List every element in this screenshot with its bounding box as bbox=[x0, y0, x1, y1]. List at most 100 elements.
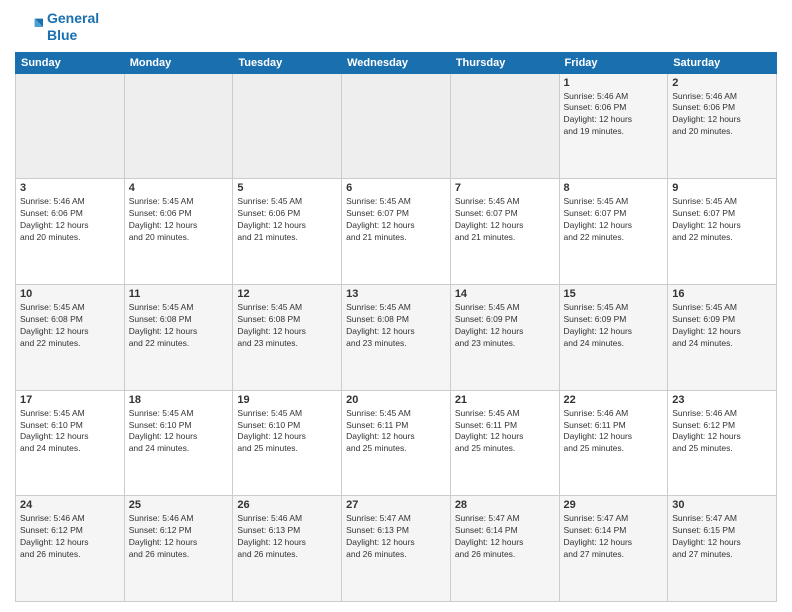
calendar-cell bbox=[124, 73, 233, 179]
day-info: Sunrise: 5:45 AM Sunset: 6:08 PM Dayligh… bbox=[20, 302, 120, 350]
weekday-header: Wednesday bbox=[342, 52, 451, 73]
logo-icon bbox=[15, 13, 43, 41]
day-number: 4 bbox=[129, 182, 229, 194]
day-number: 9 bbox=[672, 182, 772, 194]
day-info: Sunrise: 5:45 AM Sunset: 6:07 PM Dayligh… bbox=[455, 196, 555, 244]
day-number: 24 bbox=[20, 499, 120, 511]
calendar-cell: 23 Sunrise: 5:46 AM Sunset: 6:12 PM Dayli… bbox=[668, 390, 777, 496]
calendar-cell: 29Sunrise: 5:47 AM Sunset: 6:14 PM Dayli… bbox=[559, 496, 668, 602]
day-info: Sunrise: 5:45 AM Sunset: 6:09 PM Dayligh… bbox=[455, 302, 555, 350]
day-info: Sunrise: 5:45 AM Sunset: 6:08 PM Dayligh… bbox=[237, 302, 337, 350]
calendar-week-row: 17 Sunrise: 5:45 AM Sunset: 6:10 PM Dayli… bbox=[16, 390, 777, 496]
calendar-week-row: 1 Sunrise: 5:46 AM Sunset: 6:06 PM Daylig… bbox=[16, 73, 777, 179]
day-number: 19 bbox=[237, 394, 337, 406]
day-number: 28 bbox=[455, 499, 555, 511]
day-number: 2 bbox=[672, 77, 772, 89]
day-info: Sunrise: 5:47 AM Sunset: 6:14 PM Dayligh… bbox=[455, 513, 555, 561]
page: General Blue SundayMondayTuesdayWednesda… bbox=[0, 0, 792, 612]
day-info: Sunrise: 5:45 AM Sunset: 6:11 PM Dayligh… bbox=[346, 408, 446, 456]
day-number: 27 bbox=[346, 499, 446, 511]
calendar-cell: 15 Sunrise: 5:45 AM Sunset: 6:09 PM Dayli… bbox=[559, 284, 668, 390]
calendar-cell: 17 Sunrise: 5:45 AM Sunset: 6:10 PM Dayli… bbox=[16, 390, 125, 496]
calendar-cell: 8Sunrise: 5:45 AM Sunset: 6:07 PM Daylig… bbox=[559, 179, 668, 285]
calendar-cell: 28 Sunrise: 5:47 AM Sunset: 6:14 PM Dayli… bbox=[450, 496, 559, 602]
day-number: 22 bbox=[564, 394, 664, 406]
calendar-week-row: 3Sunrise: 5:46 AM Sunset: 6:06 PM Daylig… bbox=[16, 179, 777, 285]
day-number: 17 bbox=[20, 394, 120, 406]
logo-text: General Blue bbox=[47, 10, 99, 44]
day-number: 23 bbox=[672, 394, 772, 406]
calendar-cell: 5 Sunrise: 5:45 AM Sunset: 6:06 PM Daylig… bbox=[233, 179, 342, 285]
calendar-cell bbox=[233, 73, 342, 179]
day-number: 12 bbox=[237, 288, 337, 300]
day-number: 1 bbox=[564, 77, 664, 89]
calendar-cell bbox=[450, 73, 559, 179]
calendar-cell: 24 Sunrise: 5:46 AM Sunset: 6:12 PM Dayli… bbox=[16, 496, 125, 602]
calendar-cell: 27 Sunrise: 5:47 AM Sunset: 6:13 PM Dayli… bbox=[342, 496, 451, 602]
calendar-cell: 2 Sunrise: 5:46 AM Sunset: 6:06 PM Daylig… bbox=[668, 73, 777, 179]
day-number: 29 bbox=[564, 499, 664, 511]
header: General Blue bbox=[15, 10, 777, 44]
day-number: 16 bbox=[672, 288, 772, 300]
day-info: Sunrise: 5:45 AM Sunset: 6:11 PM Dayligh… bbox=[455, 408, 555, 456]
day-number: 3 bbox=[20, 182, 120, 194]
day-info: Sunrise: 5:45 AM Sunset: 6:08 PM Dayligh… bbox=[129, 302, 229, 350]
day-info: Sunrise: 5:45 AM Sunset: 6:07 PM Dayligh… bbox=[672, 196, 772, 244]
day-number: 21 bbox=[455, 394, 555, 406]
calendar-cell: 18 Sunrise: 5:45 AM Sunset: 6:10 PM Dayli… bbox=[124, 390, 233, 496]
weekday-header: Monday bbox=[124, 52, 233, 73]
calendar-cell: 26 Sunrise: 5:46 AM Sunset: 6:13 PM Dayli… bbox=[233, 496, 342, 602]
calendar-cell: 16 Sunrise: 5:45 AM Sunset: 6:09 PM Dayli… bbox=[668, 284, 777, 390]
weekday-header: Tuesday bbox=[233, 52, 342, 73]
day-number: 25 bbox=[129, 499, 229, 511]
day-info: Sunrise: 5:45 AM Sunset: 6:10 PM Dayligh… bbox=[20, 408, 120, 456]
day-info: Sunrise: 5:46 AM Sunset: 6:12 PM Dayligh… bbox=[672, 408, 772, 456]
calendar-cell: 4 Sunrise: 5:45 AM Sunset: 6:06 PM Daylig… bbox=[124, 179, 233, 285]
day-number: 6 bbox=[346, 182, 446, 194]
calendar-week-row: 24 Sunrise: 5:46 AM Sunset: 6:12 PM Dayli… bbox=[16, 496, 777, 602]
day-info: Sunrise: 5:45 AM Sunset: 6:07 PM Dayligh… bbox=[346, 196, 446, 244]
calendar-cell: 14 Sunrise: 5:45 AM Sunset: 6:09 PM Dayli… bbox=[450, 284, 559, 390]
day-info: Sunrise: 5:46 AM Sunset: 6:12 PM Dayligh… bbox=[20, 513, 120, 561]
weekday-header: Friday bbox=[559, 52, 668, 73]
day-info: Sunrise: 5:46 AM Sunset: 6:06 PM Dayligh… bbox=[672, 91, 772, 139]
calendar-cell: 7 Sunrise: 5:45 AM Sunset: 6:07 PM Daylig… bbox=[450, 179, 559, 285]
day-info: Sunrise: 5:45 AM Sunset: 6:06 PM Dayligh… bbox=[237, 196, 337, 244]
day-info: Sunrise: 5:45 AM Sunset: 6:09 PM Dayligh… bbox=[564, 302, 664, 350]
day-info: Sunrise: 5:46 AM Sunset: 6:13 PM Dayligh… bbox=[237, 513, 337, 561]
calendar-cell: 19Sunrise: 5:45 AM Sunset: 6:10 PM Dayli… bbox=[233, 390, 342, 496]
calendar-cell: 6 Sunrise: 5:45 AM Sunset: 6:07 PM Daylig… bbox=[342, 179, 451, 285]
day-number: 20 bbox=[346, 394, 446, 406]
calendar-header-row: SundayMondayTuesdayWednesdayThursdayFrid… bbox=[16, 52, 777, 73]
calendar-cell: 21 Sunrise: 5:45 AM Sunset: 6:11 PM Dayli… bbox=[450, 390, 559, 496]
calendar-cell bbox=[16, 73, 125, 179]
day-number: 11 bbox=[129, 288, 229, 300]
day-number: 30 bbox=[672, 499, 772, 511]
logo: General Blue bbox=[15, 10, 99, 44]
day-number: 5 bbox=[237, 182, 337, 194]
weekday-header: Saturday bbox=[668, 52, 777, 73]
calendar-cell: 22 Sunrise: 5:46 AM Sunset: 6:11 PM Dayli… bbox=[559, 390, 668, 496]
day-info: Sunrise: 5:45 AM Sunset: 6:10 PM Dayligh… bbox=[129, 408, 229, 456]
day-info: Sunrise: 5:47 AM Sunset: 6:15 PM Dayligh… bbox=[672, 513, 772, 561]
day-info: Sunrise: 5:46 AM Sunset: 6:06 PM Dayligh… bbox=[564, 91, 664, 139]
day-number: 26 bbox=[237, 499, 337, 511]
weekday-header: Thursday bbox=[450, 52, 559, 73]
calendar-cell: 25 Sunrise: 5:46 AM Sunset: 6:12 PM Dayli… bbox=[124, 496, 233, 602]
day-number: 15 bbox=[564, 288, 664, 300]
day-number: 18 bbox=[129, 394, 229, 406]
day-info: Sunrise: 5:46 AM Sunset: 6:12 PM Dayligh… bbox=[129, 513, 229, 561]
calendar-cell: 3Sunrise: 5:46 AM Sunset: 6:06 PM Daylig… bbox=[16, 179, 125, 285]
day-info: Sunrise: 5:47 AM Sunset: 6:13 PM Dayligh… bbox=[346, 513, 446, 561]
calendar-week-row: 10 Sunrise: 5:45 AM Sunset: 6:08 PM Dayli… bbox=[16, 284, 777, 390]
calendar-table: SundayMondayTuesdayWednesdayThursdayFrid… bbox=[15, 52, 777, 602]
day-info: Sunrise: 5:45 AM Sunset: 6:06 PM Dayligh… bbox=[129, 196, 229, 244]
day-number: 10 bbox=[20, 288, 120, 300]
calendar-cell: 30 Sunrise: 5:47 AM Sunset: 6:15 PM Dayli… bbox=[668, 496, 777, 602]
day-number: 14 bbox=[455, 288, 555, 300]
day-info: Sunrise: 5:46 AM Sunset: 6:11 PM Dayligh… bbox=[564, 408, 664, 456]
day-number: 7 bbox=[455, 182, 555, 194]
day-info: Sunrise: 5:45 AM Sunset: 6:08 PM Dayligh… bbox=[346, 302, 446, 350]
day-info: Sunrise: 5:45 AM Sunset: 6:09 PM Dayligh… bbox=[672, 302, 772, 350]
day-number: 8 bbox=[564, 182, 664, 194]
